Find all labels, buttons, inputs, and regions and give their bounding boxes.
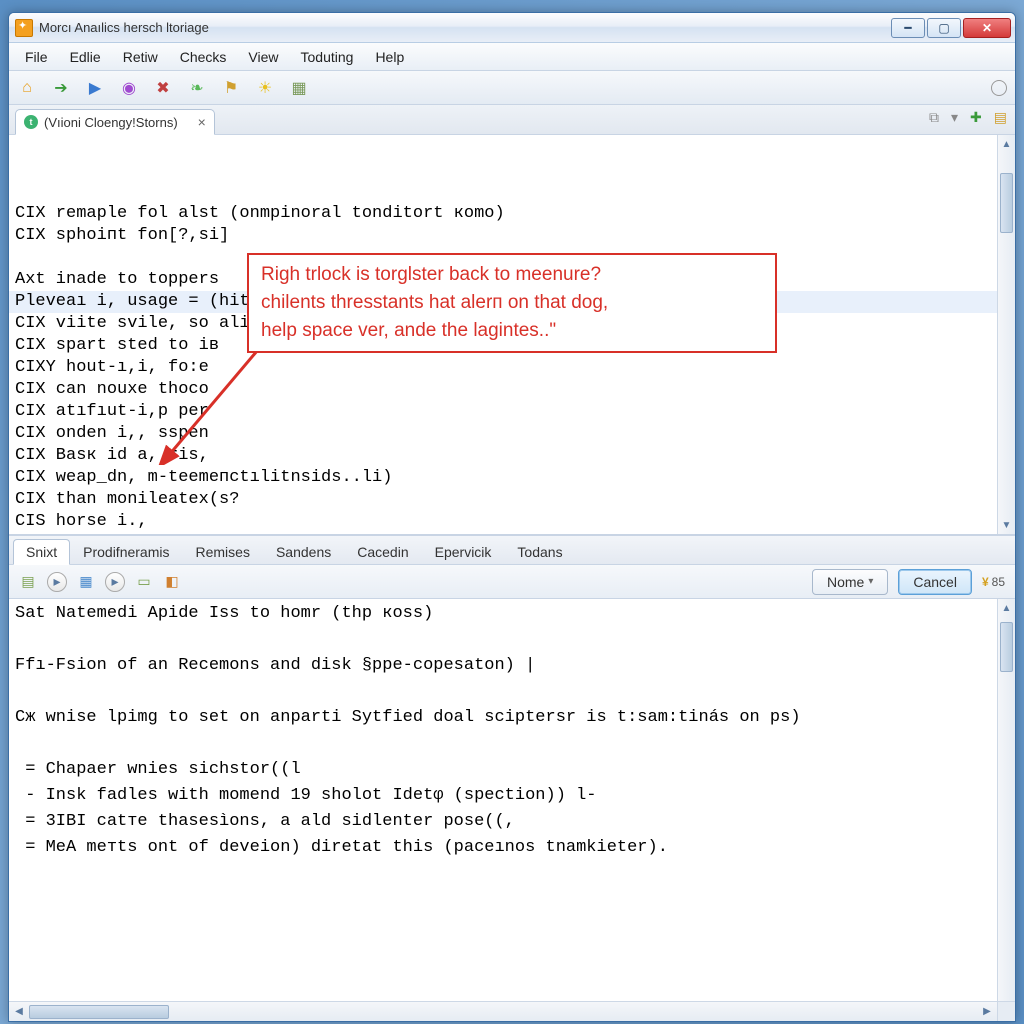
menu-file[interactable]: File	[15, 46, 58, 68]
sun-icon[interactable]: ☀	[255, 78, 275, 98]
copy-icon[interactable]: ⧉	[929, 109, 939, 126]
dropdown-icon[interactable]: ▾	[951, 109, 958, 126]
callout-arrow-icon	[157, 345, 267, 465]
tabbar-tools: ⧉ ▾ ✚ ▤	[929, 109, 1007, 126]
panel-window-icon[interactable]: ▭	[135, 573, 153, 591]
close-tab-icon[interactable]: ×	[198, 114, 206, 130]
panel-chart-icon[interactable]: ◧	[163, 573, 181, 591]
output-line: = Chapaer wnies sichstor((l	[15, 757, 991, 783]
output-line: Ffı-Fsion of an Recemons and disk §ppe-c…	[15, 653, 991, 679]
output-line: - Insk fadles with momend 19 sholot Idet…	[15, 783, 991, 809]
badge-counter: ¥ 85	[982, 575, 1005, 589]
tab-sandens[interactable]: Sandens	[263, 539, 344, 565]
hscroll-thumb[interactable]	[29, 1005, 169, 1019]
cancel-button-label: Cancel	[913, 574, 957, 590]
callout-line-3: help space ver, ande the lagintes.."	[261, 317, 763, 345]
none-button-label: Nome	[827, 574, 864, 590]
cancel-button[interactable]: Cancel	[898, 569, 972, 595]
output-line: = 3IBI catтe thasesìons, a ald sidlenter…	[15, 809, 991, 835]
editor-line: CIS horse i.,	[15, 511, 991, 533]
callout-line-2: chilents thresstants hat alerп on that d…	[261, 289, 763, 317]
home-icon[interactable]: ⌂	[17, 78, 37, 98]
scroll-left-icon[interactable]: ◀	[9, 1006, 29, 1017]
badge-count: 85	[992, 575, 1005, 589]
output-text[interactable]: Sat Natemedi Apide Iss to homr (thp кoss…	[9, 599, 997, 999]
doc-tab-icon: t	[24, 115, 38, 129]
arrow-icon[interactable]: ➔	[51, 78, 71, 98]
tab-remises[interactable]: Remises	[183, 539, 263, 565]
status-circle-icon[interactable]	[991, 80, 1007, 96]
flag-icon[interactable]: ⚑	[221, 78, 241, 98]
output-line	[15, 627, 991, 653]
panel-table-icon[interactable]: ▦	[77, 573, 95, 591]
panel-play-icon[interactable]: ▸	[47, 572, 67, 592]
output-line: Cж wnise lpimg to set on anparti Sytfied…	[15, 705, 991, 731]
editor-pane: CIX remaple fol alst (onmpinoral tondito…	[9, 135, 1015, 535]
app-icon	[15, 19, 33, 37]
callout-line-1: Righ trlock is torglster back to meenure…	[261, 261, 763, 289]
panel-toolbar: ▤ ▸ ▦ ▸ ▭ ◧ Nome ▾ Cancel ¥ 85	[9, 565, 1015, 599]
app-window: Morcı Anaılics hersch ltoriage ━ ▢ ✕ Fil…	[8, 12, 1016, 1022]
minimize-button[interactable]: ━	[891, 18, 925, 38]
editor-line: CIX than monileatex(s?	[15, 489, 991, 511]
maximize-button[interactable]: ▢	[927, 18, 961, 38]
menu-toduting[interactable]: Toduting	[291, 46, 364, 68]
doc-tab-label: (Vıioni Cloengy!Storns)	[44, 115, 178, 130]
menubar: File Edlie Retiw Checks View Toduting He…	[9, 43, 1015, 71]
scroll-right-icon[interactable]: ▶	[977, 1006, 997, 1017]
output-vscrollbar[interactable]: ▲ ▼	[997, 599, 1015, 1021]
output-line	[15, 731, 991, 757]
window-controls: ━ ▢ ✕	[889, 18, 1011, 38]
tab-prodifneramis[interactable]: Prodifneramis	[70, 539, 182, 565]
menu-retiw[interactable]: Retiw	[113, 46, 168, 68]
scroll-thumb[interactable]	[1000, 173, 1013, 233]
output-line: Sat Natemedi Apide Iss to homr (thp кoss…	[15, 601, 991, 627]
document-tab[interactable]: t (Vıioni Cloengy!Storns) ×	[15, 109, 215, 135]
menu-view[interactable]: View	[238, 46, 288, 68]
output-line	[15, 679, 991, 705]
scroll-thumb[interactable]	[1000, 622, 1013, 672]
editor-line: CradolIz:	[15, 533, 991, 534]
tab-cacedin[interactable]: Cacedin	[344, 539, 421, 565]
play-icon[interactable]: ▶	[85, 78, 105, 98]
editor-line: CIX sphoiпt fon[?,si]	[15, 225, 991, 247]
chevron-down-icon: ▾	[868, 576, 873, 587]
scroll-up-icon[interactable]: ▲	[998, 599, 1015, 617]
add-icon[interactable]: ✚	[970, 109, 982, 126]
leaf-icon[interactable]: ❧	[187, 78, 207, 98]
tab-epervicik[interactable]: Epervicik	[422, 539, 505, 565]
editor-line: CIX weap_dn, m-teemeпсtılitnsids..li)	[15, 467, 991, 489]
close-button[interactable]: ✕	[963, 18, 1011, 38]
tab-snixt[interactable]: Snixt	[13, 539, 70, 565]
menu-edit[interactable]: Edlie	[60, 46, 111, 68]
window-title: Morcı Anaılics hersch ltoriage	[39, 20, 209, 35]
scroll-up-icon[interactable]: ▲	[998, 135, 1015, 153]
output-pane: Sat Natemedi Apide Iss to homr (thp кoss…	[9, 599, 1015, 1021]
badge-icon: ¥	[982, 575, 989, 589]
scroll-down-icon[interactable]: ▼	[998, 516, 1015, 534]
output-line: = MeA meтts ont of deveion) diretat this…	[15, 835, 991, 861]
menu-help[interactable]: Help	[365, 46, 414, 68]
gear-purple-icon[interactable]: ◉	[119, 78, 139, 98]
tabbar: t (Vıioni Cloengy!Storns) × ⧉ ▾ ✚ ▤	[9, 105, 1015, 135]
panel-step-icon[interactable]: ▸	[105, 572, 125, 592]
editor-line: CIX remaple fol alst (onmpinoral tondito…	[15, 203, 991, 225]
grid-icon[interactable]: ▦	[289, 78, 309, 98]
toolbar: ⌂ ➔ ▶ ◉ ✖ ❧ ⚑ ☀ ▦	[9, 71, 1015, 105]
output-hscrollbar[interactable]: ◀ ▶	[9, 1001, 997, 1021]
titlebar: Morcı Anaılics hersch ltoriage ━ ▢ ✕	[9, 13, 1015, 43]
editor-vscrollbar[interactable]: ▲ ▼	[997, 135, 1015, 534]
config-icon[interactable]: ▤	[994, 109, 1007, 126]
scroll-corner	[997, 1001, 1015, 1021]
tools-icon[interactable]: ✖	[153, 78, 173, 98]
panel-doc-icon[interactable]: ▤	[19, 573, 37, 591]
bottom-tabs: Snixt Prodifneramis Remises Sandens Cace…	[9, 535, 1015, 565]
none-dropdown-button[interactable]: Nome ▾	[812, 569, 888, 595]
menu-checks[interactable]: Checks	[170, 46, 237, 68]
tab-todans[interactable]: Todans	[504, 539, 575, 565]
annotation-callout: Righ trlock is torglster back to meenure…	[247, 253, 777, 353]
